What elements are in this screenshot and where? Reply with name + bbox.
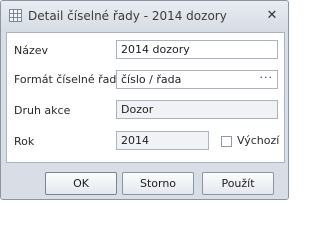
action-type-field: Dozor [116,100,278,119]
window-title: Detail číselné řady - 2014 dozory [28,9,227,23]
grid-icon [9,9,22,22]
action-type-label: Druh akce [14,104,71,117]
name-label: Název [14,44,49,57]
button-bar: OK Storno Použít [1,164,288,199]
year-label: Rok [14,135,35,148]
cancel-button[interactable]: Storno [122,172,194,195]
name-input[interactable]: 2014 dozory [116,40,278,59]
default-checkbox[interactable] [221,136,232,147]
ellipsis-button[interactable]: ··· [260,71,274,84]
ok-button[interactable]: OK [45,172,117,195]
close-button[interactable]: ✕ [264,8,280,24]
default-label: Výchozí [237,134,280,147]
dialog-window: Detail číselné řady - 2014 dozory ✕ Náze… [0,0,289,200]
year-field: 2014 [116,131,209,150]
format-value: číslo / řada [121,73,182,86]
format-field[interactable]: číslo / řada ··· [116,70,278,89]
title-bar[interactable]: Detail číselné řady - 2014 dozory ✕ [1,1,288,32]
format-label: Formát číselné řady [14,73,123,86]
form-panel: Název 2014 dozory Formát číselné řady čí… [6,32,285,163]
apply-button[interactable]: Použít [202,172,274,195]
